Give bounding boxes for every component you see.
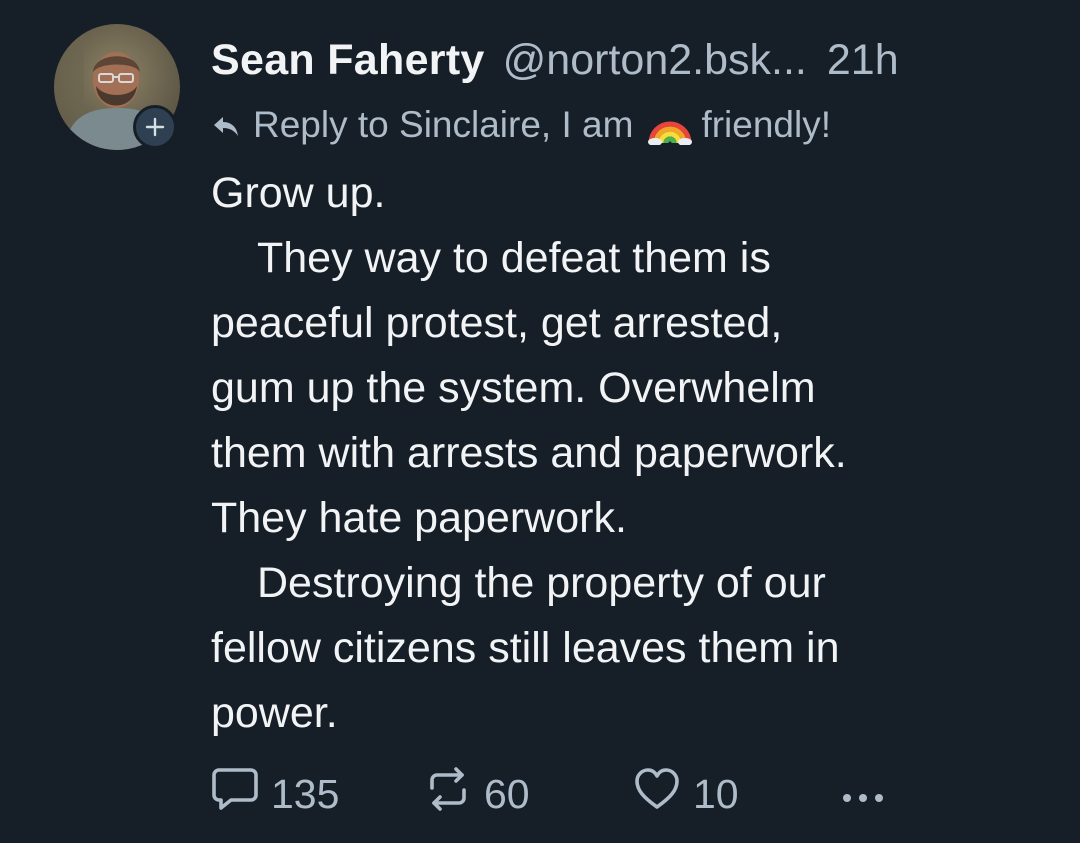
post-body-line: them with arrests and paperwork.	[211, 429, 847, 477]
rainbow-icon	[647, 105, 693, 145]
reply-count: 135	[271, 770, 340, 817]
post-body-line: They way to defeat them is	[257, 234, 771, 282]
author-handle[interactable]: @norton2.bsk...	[503, 32, 807, 88]
repost-button[interactable]: 60	[424, 762, 530, 826]
reply-button[interactable]: 135	[211, 762, 339, 826]
repost-count: 60	[484, 770, 530, 817]
plus-icon	[145, 117, 165, 137]
comment-icon	[211, 766, 259, 822]
post-body: Grow up. They way to defeat them is peac…	[211, 161, 1061, 746]
post-body-line: gum up the system. Overwhelm	[211, 364, 816, 412]
post-timestamp[interactable]: 21h	[827, 32, 899, 88]
more-dots-icon	[839, 771, 887, 818]
reply-arrow-icon	[211, 114, 241, 140]
post-actions: 135 60 10	[211, 762, 911, 826]
reply-context[interactable]: Reply to Sinclaire, I am friendly!	[211, 100, 831, 150]
post-body-line: Grow up.	[211, 169, 386, 217]
post-body-line: peaceful protest, get arrested,	[211, 299, 783, 347]
follow-button[interactable]	[133, 105, 177, 149]
post-body-line: They hate paperwork.	[211, 494, 627, 542]
repost-icon	[424, 766, 472, 822]
post-body-line: Destroying the property of our	[257, 559, 826, 607]
like-count: 10	[693, 770, 739, 817]
author-display-name[interactable]: Sean Faherty	[211, 32, 485, 88]
post: Sean Faherty @norton2.bsk... 21h Reply t…	[0, 0, 1080, 843]
more-options-button[interactable]	[839, 762, 887, 826]
post-body-line: power.	[211, 689, 338, 737]
reply-context-prefix: Reply to Sinclaire, I am	[253, 104, 634, 145]
reply-context-suffix: friendly!	[701, 104, 831, 145]
post-body-line: fellow citizens still leaves them in	[211, 624, 840, 672]
post-header: Sean Faherty @norton2.bsk... 21h	[211, 32, 899, 88]
like-button[interactable]: 10	[633, 762, 739, 826]
heart-icon	[633, 766, 681, 822]
